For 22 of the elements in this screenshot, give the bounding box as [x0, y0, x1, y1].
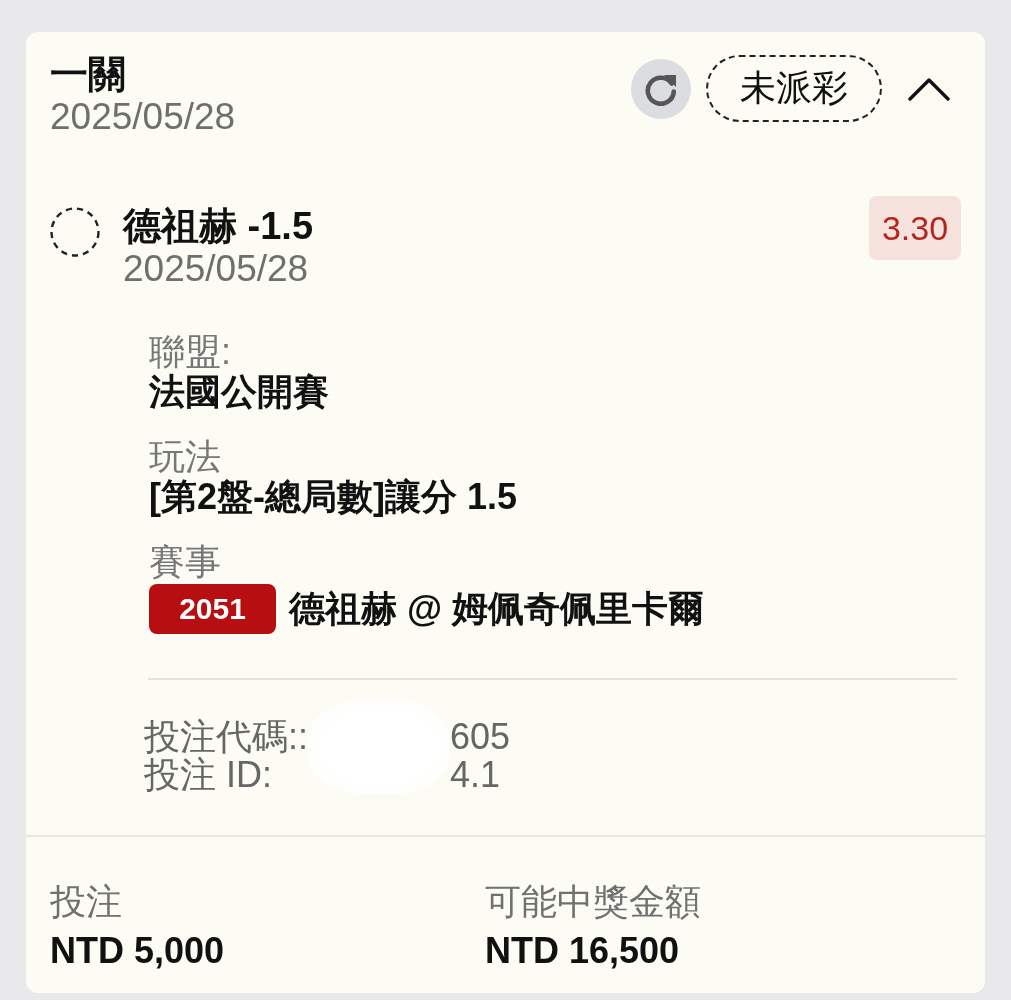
detail-value: 法國公開賽: [149, 372, 330, 412]
summary-label: 可能中獎金額: [485, 882, 702, 922]
detail-label: 賽事: [149, 542, 222, 582]
event-number-badge: 2051: [149, 584, 276, 634]
bet-type-title: 一關: [50, 52, 127, 96]
summary-label: 投注: [50, 882, 123, 922]
detail-label: 玩法: [149, 437, 222, 477]
reference-label: 投注代碼::: [144, 718, 308, 756]
summary-amount: NTD 5,000: [50, 930, 226, 972]
reference-value-end: 605: [450, 718, 511, 756]
reference-value-end: 4.1: [450, 756, 502, 794]
bet-date: 2025/05/28: [50, 96, 236, 138]
chevron-icon[interactable]: [908, 76, 950, 101]
selection-title: 德祖赫 -1.5: [123, 204, 315, 248]
status-badge: 未派彩: [706, 55, 882, 122]
detail-value: [第2盤-總局數]讓分 1.5: [149, 477, 519, 517]
odds-badge: 3.30: [869, 196, 961, 260]
reference-label: 投注 ID:: [144, 756, 273, 794]
event-name: 德祖赫 @ 姆佩奇佩里卡爾: [289, 589, 705, 629]
selection-date: 2025/05/28: [123, 248, 310, 290]
summary-amount: NTD 16,500: [485, 930, 681, 972]
detail-label: 聯盟:: [149, 332, 232, 372]
